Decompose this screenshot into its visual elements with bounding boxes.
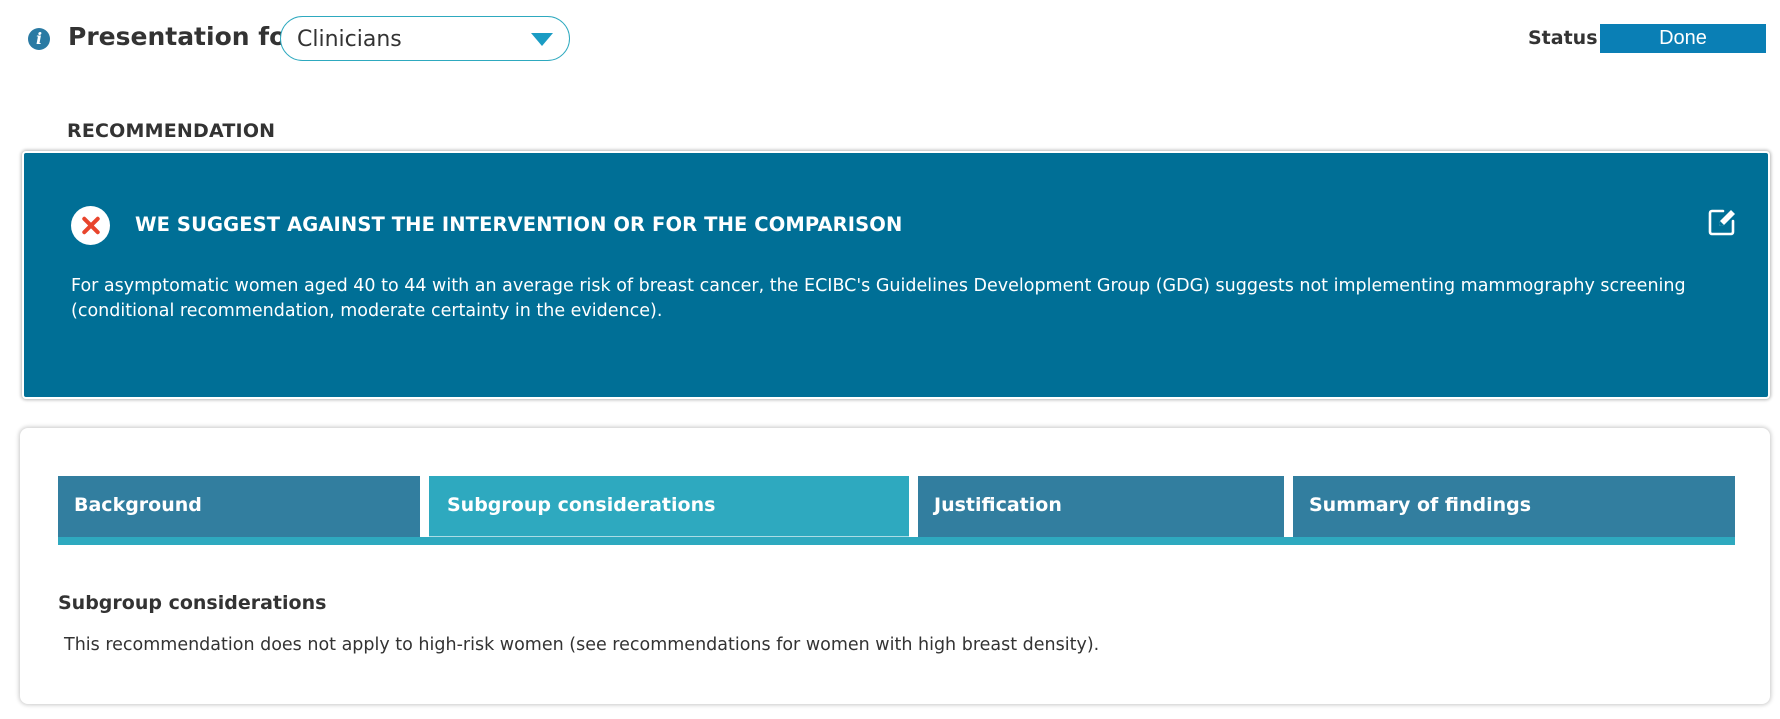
tab-bar: Background Subgroup considerations Justi… [58, 476, 1735, 545]
details-card: Background Subgroup considerations Justi… [20, 428, 1770, 704]
page-header: i Presentation for Clinicians Status Don… [0, 0, 1780, 80]
close-icon [71, 206, 110, 245]
audience-dropdown[interactable]: Clinicians [280, 16, 570, 61]
status-button[interactable]: Done [1600, 24, 1766, 53]
tab-subgroup-considerations[interactable]: Subgroup considerations [429, 476, 909, 537]
tab-underline [58, 537, 1735, 545]
status-label: Status [1528, 27, 1598, 49]
edit-icon[interactable] [1707, 207, 1737, 237]
tab-summary-of-findings[interactable]: Summary of findings [1293, 476, 1735, 537]
chevron-down-icon [531, 33, 553, 46]
tab-justification[interactable]: Justification [918, 476, 1284, 537]
recommendation-text: For asymptomatic women aged 40 to 44 wit… [71, 276, 1686, 321]
audience-dropdown-value: Clinicians [297, 27, 402, 52]
content-heading: Subgroup considerations [58, 592, 327, 614]
recommendation-title: WE SUGGEST AGAINST THE INTERVENTION OR F… [135, 213, 903, 236]
tab-background[interactable]: Background [58, 476, 420, 537]
presentation-for-label: Presentation for [68, 22, 299, 51]
content-text: This recommendation does not apply to hi… [64, 635, 1100, 655]
recommendation-heading: RECOMMENDATION [67, 120, 276, 142]
info-icon[interactable]: i [28, 28, 50, 50]
recommendation-card: WE SUGGEST AGAINST THE INTERVENTION OR F… [22, 151, 1770, 399]
